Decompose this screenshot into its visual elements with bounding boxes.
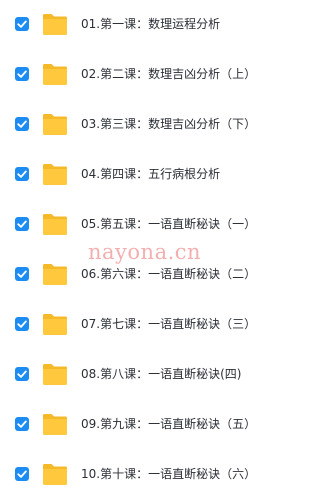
folder-icon	[42, 112, 68, 136]
checkmark-icon	[17, 170, 27, 178]
folder-icon	[42, 312, 68, 336]
folder-icon	[42, 462, 68, 486]
file-row[interactable]: 07.第七课：一语直断秘诀（三）	[0, 300, 311, 350]
checkbox[interactable]	[15, 217, 29, 231]
watermark: nayona.cn	[88, 240, 202, 264]
checkbox[interactable]	[15, 317, 29, 331]
file-row[interactable]: 09.第九课：一语直断秘诀（五）	[0, 400, 311, 450]
folder-icon	[42, 362, 68, 386]
checkmark-icon	[17, 370, 27, 378]
file-row[interactable]: 08.第八课：一语直断秘诀(四)	[0, 350, 311, 400]
checkmark-icon	[17, 220, 27, 228]
checkmark-icon	[17, 470, 27, 478]
checkbox[interactable]	[15, 467, 29, 481]
file-name[interactable]: 04.第四课：五行病根分析	[81, 165, 220, 183]
checkmark-icon	[17, 70, 27, 78]
file-name[interactable]: 06.第六课：一语直断秘诀（二）	[81, 265, 256, 283]
file-name[interactable]: 07.第七课：一语直断秘诀（三）	[81, 315, 256, 333]
checkmark-icon	[17, 320, 27, 328]
checkbox[interactable]	[15, 117, 29, 131]
file-name[interactable]: 03.第三课：数理吉凶分析（下）	[81, 115, 256, 133]
checkbox[interactable]	[15, 67, 29, 81]
file-row[interactable]: 03.第三课：数理吉凶分析（下）	[0, 100, 311, 150]
file-name[interactable]: 05.第五课：一语直断秘诀（一）	[81, 215, 256, 233]
file-name[interactable]: 09.第九课：一语直断秘诀（五）	[81, 415, 256, 433]
folder-icon	[42, 12, 68, 36]
checkbox[interactable]	[15, 167, 29, 181]
folder-icon	[42, 262, 68, 286]
file-row[interactable]: 02.第二课：数理吉凶分析（上）	[0, 50, 311, 100]
file-row[interactable]: 04.第四课：五行病根分析	[0, 150, 311, 200]
checkbox[interactable]	[15, 367, 29, 381]
file-name[interactable]: 02.第二课：数理吉凶分析（上）	[81, 65, 256, 83]
folder-icon	[42, 162, 68, 186]
folder-icon	[42, 62, 68, 86]
checkbox[interactable]	[15, 417, 29, 431]
folder-icon	[42, 412, 68, 436]
checkmark-icon	[17, 120, 27, 128]
checkmark-icon	[17, 270, 27, 278]
file-name[interactable]: 01.第一课：数理运程分析	[81, 15, 220, 33]
checkmark-icon	[17, 20, 27, 28]
checkbox[interactable]	[15, 267, 29, 281]
file-row[interactable]: 10.第十课：一语直断秘诀（六）	[0, 450, 311, 500]
folder-icon	[42, 212, 68, 236]
file-name[interactable]: 10.第十课：一语直断秘诀（六）	[81, 465, 256, 483]
file-name[interactable]: 08.第八课：一语直断秘诀(四)	[81, 365, 241, 383]
file-row[interactable]: 01.第一课：数理运程分析	[0, 0, 311, 50]
checkmark-icon	[17, 420, 27, 428]
checkbox[interactable]	[15, 17, 29, 31]
